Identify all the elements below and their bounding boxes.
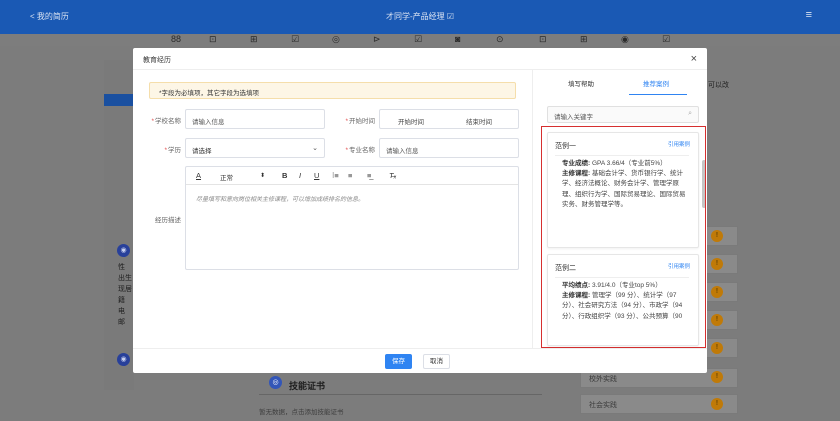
- school-input[interactable]: 请输入信息: [185, 109, 325, 129]
- example-title: 范例一: [555, 143, 576, 150]
- label-email: 邮: [118, 319, 125, 326]
- cancel-button[interactable]: 取消: [423, 354, 450, 369]
- time-label: *开始时间: [345, 118, 375, 125]
- chevron-down-icon: ⌄: [312, 145, 318, 152]
- dialog-title: 教育经历: [143, 57, 171, 64]
- search-placeholder: 请输入关键字: [554, 114, 593, 121]
- grid-icon[interactable]: ⊞: [250, 34, 258, 45]
- label-origin: 籍: [118, 297, 125, 304]
- warning-icon: !: [711, 342, 723, 354]
- right-hint: 可以改: [708, 82, 729, 89]
- start-time-input[interactable]: 开始时间: [398, 116, 424, 126]
- school-label: *学校名称: [151, 118, 181, 125]
- label-phone: 电: [118, 308, 125, 315]
- note-icon[interactable]: ☑: [414, 34, 422, 45]
- share-icon[interactable]: ⊳: [373, 34, 381, 45]
- layout-icon[interactable]: 88: [171, 34, 181, 44]
- warning-icon: !: [711, 398, 723, 410]
- example-body: 专业成绩: GPA 3.66/4（专业前5%） 主修课程: 基础会计学、货币银行…: [562, 160, 686, 208]
- cite-example-link[interactable]: 引用案例: [668, 140, 690, 148]
- label-birth: 出生: [118, 275, 132, 282]
- user-icon: ◉: [117, 244, 130, 257]
- trash-icon[interactable]: ⊞: [580, 34, 588, 45]
- label-residence: 现居: [118, 286, 132, 293]
- ordered-list-icon[interactable]: ⁝≡: [332, 171, 339, 180]
- warning-icon: !: [711, 258, 723, 270]
- dialog-footer: 保存 取消: [133, 348, 707, 373]
- save-button[interactable]: 保存: [385, 354, 412, 369]
- keyword-search-input[interactable]: 请输入关键字 ⌕: [547, 106, 699, 123]
- bullet-list-icon[interactable]: ≡: [348, 171, 352, 180]
- cite-example-link[interactable]: 引用案例: [668, 262, 690, 270]
- module-label: 社会实践: [589, 402, 617, 409]
- editor-toolbar-bg: 88 ⊡ ⊞ ☑ ◎ ⊳ ☑ ◙ ⊙ ⊡ ⊞ ◉ ☑: [0, 34, 840, 46]
- end-time-input[interactable]: 结束时间: [466, 116, 492, 126]
- warning-icon: !: [711, 286, 723, 298]
- underline-icon[interactable]: U: [314, 171, 319, 180]
- align-icon[interactable]: ≡̲: [367, 171, 371, 180]
- module-label: 校外实践: [589, 376, 617, 383]
- rich-text-editor[interactable]: A 正常 ⬍ B I U ⁝≡ ≡ ≡̲ T̶ₓ 尽量填写和意向岗位相关主修课程…: [185, 166, 519, 270]
- degree-label: *学历: [164, 147, 181, 154]
- example-card: 范例一 引用案例 专业成绩: GPA 3.66/4（专业前5%） 主修课程: 基…: [547, 132, 699, 248]
- style-icon[interactable]: ◎: [332, 34, 340, 45]
- warning-icon: !: [711, 371, 723, 383]
- save-icon[interactable]: ◙: [455, 34, 460, 44]
- tab-examples[interactable]: 推荐案例: [643, 78, 669, 88]
- section-empty-text[interactable]: 暂无数据，点击添加技能证书: [259, 406, 344, 416]
- degree-value: 请选择: [192, 148, 212, 155]
- degree-select[interactable]: 请选择 ⌄: [185, 138, 325, 158]
- contact-icon: ◉: [117, 353, 130, 366]
- page-title: 才同学-产品经理 ☑: [385, 12, 455, 21]
- certificate-icon: ◎: [269, 376, 282, 389]
- major-input[interactable]: 请输入信息: [379, 138, 519, 158]
- required-notice: *字段为必填项，其它字段为选填项: [149, 82, 516, 99]
- examples-highlight-box: 范例一 引用案例 专业成绩: GPA 3.66/4（专业前5%） 主修课程: 基…: [541, 126, 706, 348]
- font-size-select[interactable]: 正常: [220, 172, 233, 182]
- warning-icon: !: [711, 230, 723, 242]
- section-divider: [259, 394, 542, 395]
- dialog-header: 教育经历 ×: [133, 48, 707, 70]
- search-icon[interactable]: ⌕: [688, 110, 692, 118]
- italic-icon[interactable]: I: [299, 171, 301, 180]
- example-title: 范例二: [555, 265, 576, 272]
- resume-left-column: [104, 60, 134, 390]
- card-divider: [555, 277, 689, 278]
- section-title: 技能证书: [289, 381, 326, 391]
- font-size-chevron-icon[interactable]: ⬍: [260, 172, 265, 179]
- card-divider: [555, 155, 689, 156]
- example-body: 平均绩点: 3.91/4.0（专业top 5%） 主修课程: 管理学（99 分）…: [562, 282, 683, 320]
- label-gender: 性: [118, 264, 125, 271]
- example-card: 范例二 引用案例 平均绩点: 3.91/4.0（专业top 5%） 主修课程: …: [547, 254, 699, 346]
- bold-icon[interactable]: B: [282, 171, 287, 180]
- editor-toolbar: A 正常 ⬍ B I U ⁝≡ ≡ ≡̲ T̶ₓ: [186, 167, 518, 185]
- preview-icon[interactable]: ◉: [621, 34, 629, 45]
- tab-help[interactable]: 填写帮助: [568, 78, 594, 88]
- resume-accent-bar: [104, 94, 134, 106]
- date-range-picker[interactable]: 开始时间 结束时间: [379, 109, 519, 129]
- download-icon[interactable]: ☑: [662, 34, 670, 45]
- desc-label: 经历描述: [155, 217, 181, 224]
- education-dialog: 教育经历 × *字段为必填项，其它字段为选填项 *学校名称 请输入信息 *开始时…: [133, 48, 707, 373]
- clear-format-icon[interactable]: T̶ₓ: [389, 171, 396, 180]
- edit-icon[interactable]: ☑: [291, 34, 299, 45]
- menu-icon[interactable]: ≡: [806, 9, 812, 21]
- copy-icon[interactable]: ⊡: [209, 34, 217, 45]
- editor-placeholder: 尽量填写和意向岗位相关主修课程，可以增加成绩排名的信息。: [196, 197, 365, 203]
- active-tab-indicator: [629, 94, 687, 95]
- font-color-icon[interactable]: A: [196, 171, 201, 180]
- warning-icon: !: [711, 314, 723, 326]
- export-icon[interactable]: ⊡: [539, 34, 547, 45]
- check-icon[interactable]: ⊙: [496, 34, 504, 45]
- close-icon[interactable]: ×: [691, 53, 697, 65]
- major-label: *专业名称: [345, 147, 375, 154]
- app-header: < 我的简历 才同学-产品经理 ☑ ≡: [0, 0, 840, 34]
